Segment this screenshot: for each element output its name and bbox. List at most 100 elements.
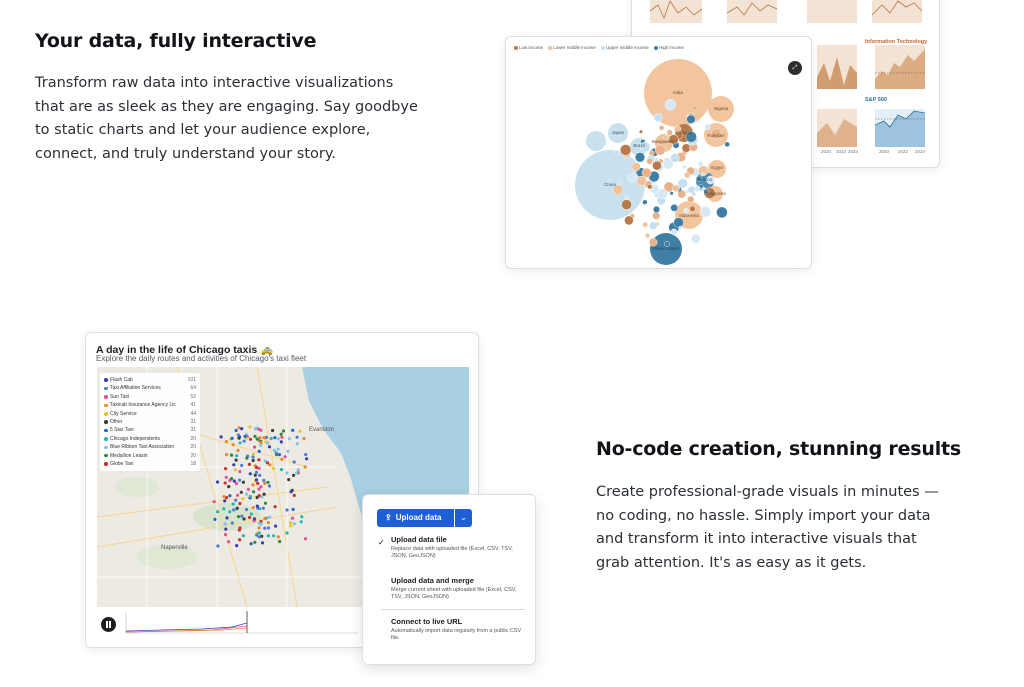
pause-icon[interactable] <box>101 617 116 632</box>
bubble[interactable] <box>724 141 730 148</box>
taxi-point <box>257 535 261 539</box>
expand-icon[interactable]: ⤢ <box>788 61 802 75</box>
bubble-label-mexico: Mexico <box>698 177 713 182</box>
bubble[interactable] <box>652 205 660 213</box>
bubble[interactable] <box>697 161 704 167</box>
svg-text:2022: 2022 <box>898 149 909 154</box>
upload-icon: ⇪ <box>385 513 392 522</box>
upload-menu[interactable]: ⇪ Upload data ⌄ ✓ Upload data file Replac… <box>362 494 536 665</box>
bubble[interactable] <box>642 199 648 205</box>
map-legend-item[interactable]: Blue Ribbon Taxi Association 20 <box>104 443 196 451</box>
bubble-label-china: China <box>604 182 616 187</box>
bubble[interactable] <box>684 172 691 179</box>
bubble[interactable] <box>716 206 728 219</box>
bubble[interactable] <box>657 188 668 199</box>
bubble[interactable] <box>664 99 677 111</box>
taxi-point <box>291 507 295 511</box>
bubble[interactable] <box>652 160 662 171</box>
map-legend-item[interactable]: Taxicab Insurance Agency Llc 41 <box>104 401 196 409</box>
taxi-point <box>257 531 261 535</box>
taxi-point <box>251 506 255 510</box>
taxi-point <box>271 466 275 470</box>
upload-option-file[interactable]: Upload data file Replace data with uploa… <box>391 535 526 560</box>
bubble[interactable] <box>642 221 648 228</box>
map-legend-item[interactable]: Globe Taxi 18 <box>104 460 196 468</box>
bubble[interactable] <box>649 221 658 230</box>
bubble[interactable] <box>699 206 712 218</box>
map-legend-item[interactable]: Flash Cab 101 <box>104 376 196 384</box>
bubble[interactable] <box>692 105 698 111</box>
bubble[interactable] <box>634 152 645 163</box>
taxi-point <box>249 542 253 546</box>
bubble[interactable] <box>641 167 652 178</box>
taxi-point <box>276 437 281 441</box>
bubble[interactable] <box>652 211 661 220</box>
bubble[interactable] <box>700 172 705 177</box>
taxi-point <box>266 526 271 530</box>
map-legend-item[interactable]: Chicago Independents 20 <box>104 435 196 443</box>
bubble[interactable] <box>586 131 606 151</box>
taxi-point <box>249 512 253 516</box>
taxi-point <box>257 494 261 498</box>
bubble[interactable] <box>631 162 641 172</box>
upload-data-button[interactable]: ⇪ Upload data <box>377 509 454 527</box>
bubble[interactable] <box>686 114 696 124</box>
bubble[interactable] <box>654 144 666 156</box>
bubble[interactable] <box>648 237 658 247</box>
legend-count: 44 <box>190 410 196 417</box>
bubble[interactable] <box>619 144 632 156</box>
bubble[interactable] <box>617 180 622 185</box>
taxi-point <box>242 517 246 521</box>
map-legend-item[interactable]: Medallion Leasin 20 <box>104 452 196 460</box>
svg-text:2020: 2020 <box>879 149 890 154</box>
bubble[interactable] <box>669 191 674 196</box>
bubble[interactable] <box>614 149 620 155</box>
taxi-point <box>289 490 293 494</box>
taxi-point <box>287 437 291 441</box>
bubble[interactable] <box>689 205 696 212</box>
bubble[interactable] <box>691 191 696 197</box>
bubble[interactable] <box>687 195 695 204</box>
bubble[interactable] <box>658 125 665 131</box>
bubble[interactable] <box>638 129 643 134</box>
bubble[interactable] <box>681 164 687 170</box>
bubble[interactable] <box>670 203 678 212</box>
taxi-point <box>236 448 240 453</box>
bubble[interactable] <box>678 225 683 230</box>
bubble[interactable] <box>624 215 634 226</box>
taxi-point <box>288 521 293 525</box>
bubble[interactable] <box>644 233 650 239</box>
map-legend-item[interactable]: 5 Star Taxi 31 <box>104 426 196 434</box>
timeline-chart[interactable] <box>122 611 362 637</box>
taxi-point <box>254 478 259 482</box>
upload-option-live-url[interactable]: Connect to live URL Automatically import… <box>391 617 526 642</box>
taxi-point <box>240 463 244 468</box>
map-legend-item[interactable]: City Service 44 <box>104 410 196 418</box>
bubble-chart-card[interactable]: Low income Lower middle income Upper mid… <box>505 36 812 269</box>
chevron-down-icon[interactable]: ⌄ <box>455 509 472 527</box>
map-legend-item[interactable]: Sun Taxi 52 <box>104 393 196 401</box>
bubble[interactable] <box>670 228 678 236</box>
bubble[interactable] <box>621 199 632 210</box>
bubble[interactable] <box>662 158 674 170</box>
taxi-point <box>292 460 296 464</box>
bubble[interactable] <box>704 123 711 131</box>
bubble[interactable] <box>647 184 653 190</box>
legend-dot <box>104 462 108 466</box>
upload-option-merge[interactable]: Upload data and merge Merge current shee… <box>391 576 526 601</box>
legend-dot <box>104 428 108 433</box>
bubble[interactable] <box>672 184 680 193</box>
bubble[interactable] <box>666 129 673 136</box>
bubble-svg[interactable]: India China Nigeria Pakistan Indonesia B… <box>506 37 812 269</box>
map-legend-item[interactable]: Taxi Affiliation Services 64 <box>104 384 196 392</box>
bubble[interactable] <box>694 185 701 192</box>
bubble[interactable] <box>646 158 653 165</box>
bubble[interactable] <box>673 217 684 228</box>
legend-dot <box>104 437 108 441</box>
bubble[interactable] <box>691 234 701 244</box>
taxi-point <box>302 436 306 441</box>
map-legend-item[interactable]: Other 31 <box>104 418 196 426</box>
bubble[interactable] <box>648 150 655 156</box>
bubble[interactable] <box>653 112 663 122</box>
bubble[interactable] <box>627 172 638 183</box>
